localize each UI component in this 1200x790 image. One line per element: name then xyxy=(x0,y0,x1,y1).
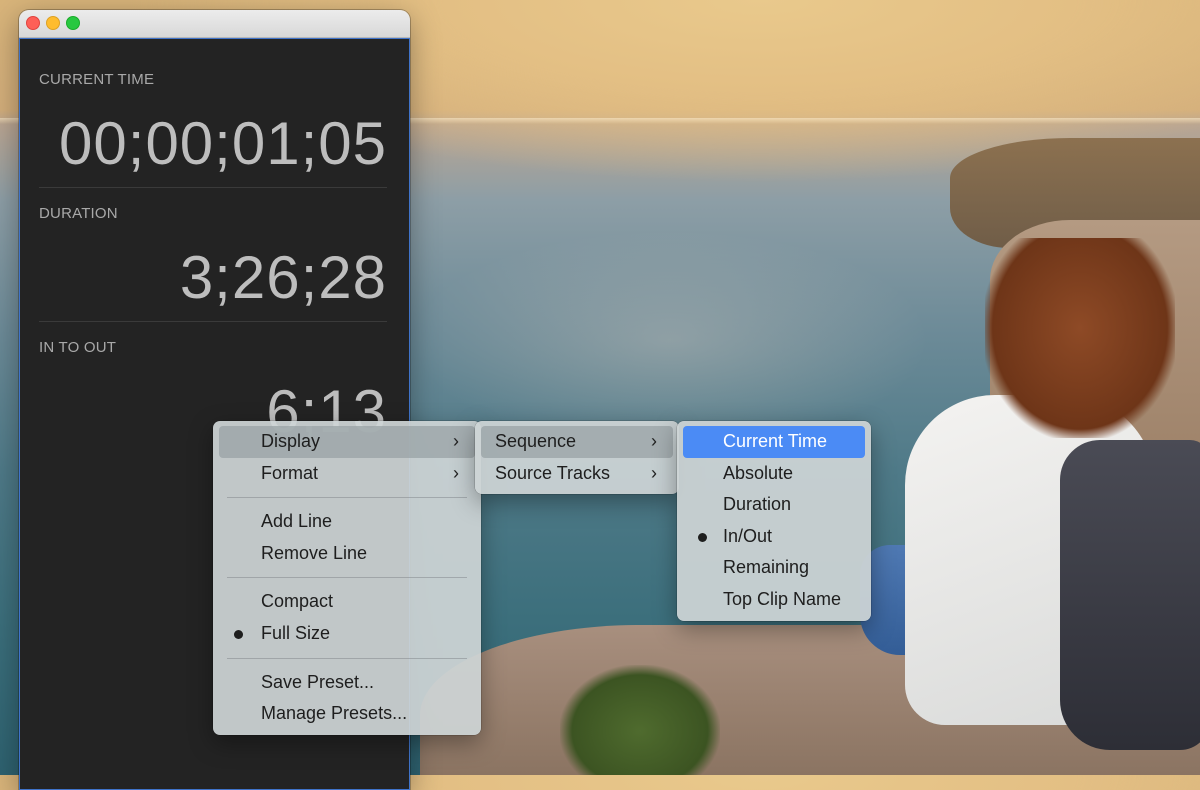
chevron-right-icon: › xyxy=(453,462,459,483)
timecode-section-current-time: CURRENT TIME 00;00;01;05 xyxy=(39,71,387,201)
menu-item-manage-presets[interactable]: Manage Presets... xyxy=(219,698,475,730)
context-menu: Display › Format › Add Line Remove Line … xyxy=(213,421,481,735)
wallpaper-cliff xyxy=(950,138,1200,248)
menu-item-label: Add Line xyxy=(261,511,333,532)
menu-item-label: Top Clip Name xyxy=(723,588,842,609)
menu-item-display[interactable]: Display › xyxy=(219,426,475,458)
timecode-section-duration: DURATION 3;26;28 xyxy=(39,205,387,335)
section-label: DURATION xyxy=(39,205,118,222)
wallpaper-sea xyxy=(410,230,930,450)
menu-item-label: Absolute xyxy=(723,462,794,483)
menu-item-full-size[interactable]: Full Size xyxy=(219,618,475,650)
menu-item-top-clip-name[interactable]: Top Clip Name xyxy=(683,584,865,616)
section-divider xyxy=(39,187,387,188)
chevron-right-icon: › xyxy=(453,431,459,451)
menu-item-label: Remaining xyxy=(723,557,810,578)
menu-separator xyxy=(227,577,467,579)
menu-item-label: Current Time xyxy=(723,431,828,451)
bullet-dot-icon xyxy=(234,629,243,639)
menu-item-label: Remove Line xyxy=(261,542,368,563)
menu-item-label: In/Out xyxy=(723,525,773,546)
menu-item-sequence[interactable]: Sequence › xyxy=(481,426,673,458)
section-label: CURRENT TIME xyxy=(39,71,155,88)
menu-item-label: Save Preset... xyxy=(261,671,375,692)
menu-item-label: Source Tracks xyxy=(495,462,611,483)
timecode-value: 00;00;01;05 xyxy=(59,110,387,177)
wallpaper-person-body xyxy=(905,395,1155,725)
menu-separator xyxy=(227,497,467,499)
menu-item-remaining[interactable]: Remaining xyxy=(683,552,865,584)
menu-item-label: Compact xyxy=(261,591,334,612)
menu-item-save-preset[interactable]: Save Preset... xyxy=(219,667,475,699)
menu-item-source-tracks[interactable]: Source Tracks › xyxy=(481,458,673,490)
menu-item-label: Display xyxy=(261,431,321,451)
wallpaper-person-hair xyxy=(985,238,1175,438)
menu-item-in-out[interactable]: In/Out xyxy=(683,521,865,553)
menu-separator xyxy=(227,657,467,659)
menu-item-label: Full Size xyxy=(261,622,331,643)
close-window-button[interactable] xyxy=(26,16,40,30)
menu-item-add-line[interactable]: Add Line xyxy=(219,506,475,538)
chevron-right-icon: › xyxy=(651,462,657,483)
display-submenu: Sequence › Source Tracks › xyxy=(475,421,679,495)
menu-item-format[interactable]: Format › xyxy=(219,458,475,490)
menu-item-label: Format xyxy=(261,462,319,483)
section-label: IN TO OUT xyxy=(39,339,117,356)
menu-item-label: Manage Presets... xyxy=(261,703,408,724)
wallpaper-shrub xyxy=(560,665,720,775)
menu-item-label: Duration xyxy=(723,494,792,515)
menu-item-label: Sequence xyxy=(495,431,577,451)
minimize-window-button[interactable] xyxy=(46,16,60,30)
chevron-right-icon: › xyxy=(651,431,657,451)
timecode-value: 3;26;28 xyxy=(179,244,387,311)
window-titlebar[interactable] xyxy=(19,10,410,38)
bullet-dot-icon xyxy=(698,532,707,542)
sequence-submenu: Current Time Absolute Duration In/Out Re… xyxy=(677,421,871,621)
wallpaper-backpack xyxy=(1060,440,1200,750)
menu-item-duration[interactable]: Duration xyxy=(683,489,865,521)
section-divider xyxy=(39,321,387,322)
menu-item-compact[interactable]: Compact xyxy=(219,586,475,618)
wallpaper-foreground-rocks xyxy=(420,625,1200,775)
menu-item-remove-line[interactable]: Remove Line xyxy=(219,538,475,570)
menu-item-absolute[interactable]: Absolute xyxy=(683,458,865,490)
wallpaper-person-legs xyxy=(860,545,970,655)
menu-item-current-time[interactable]: Current Time xyxy=(683,426,865,458)
wallpaper-rocks xyxy=(990,220,1200,480)
zoom-window-button[interactable] xyxy=(66,16,80,30)
